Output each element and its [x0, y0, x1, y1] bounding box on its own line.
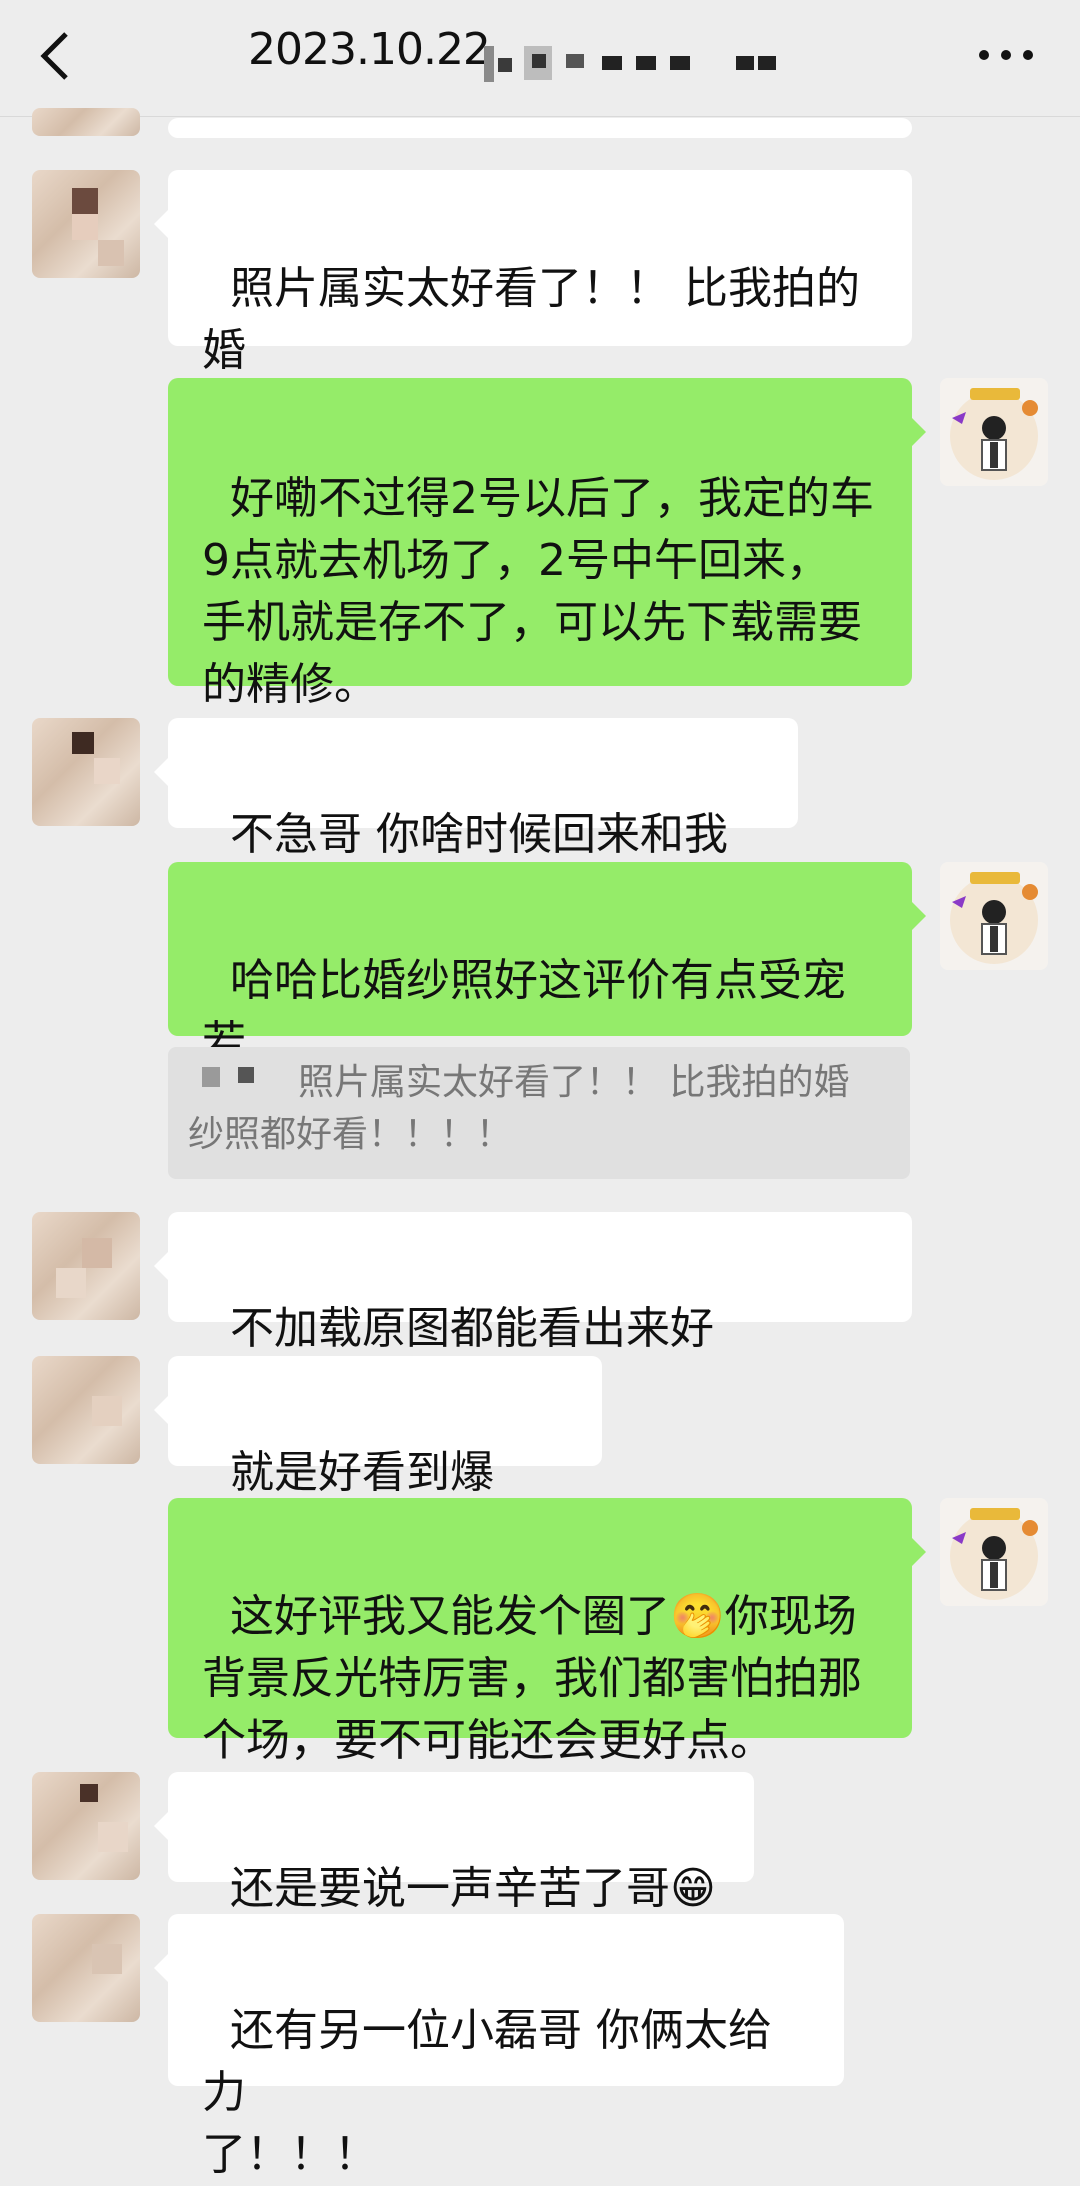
- chat-header: 2023.10.22: [0, 0, 1080, 117]
- message-bubble-self[interactable]: 哈哈比婚纱照好这评价有点受宠若 惊了: [168, 862, 912, 1130]
- avatar[interactable]: [32, 1772, 140, 1880]
- avatar-self[interactable]: [940, 378, 1048, 486]
- message-text: 还是要说一声辛苦了哥😁: [229, 1863, 716, 1914]
- message-text: 好嘞不过得2号以后了，我定的车 9点就去机场了，2号中午回来， 手机就是存不了，…: [202, 473, 874, 710]
- avatar[interactable]: [32, 1914, 140, 2022]
- message-bubble-partial[interactable]: [168, 118, 912, 138]
- message-bubble[interactable]: 就是好看到爆了！: [168, 1356, 602, 1560]
- message-bubble-self[interactable]: 这好评我又能发个圈了🤭你现场 背景反光特厉害，我们都害怕拍那 个场，要不可能还会…: [168, 1498, 912, 1766]
- avatar[interactable]: [32, 108, 140, 136]
- quoted-text: 照片属实太好看了！！ 比我拍的婚 纱照都好看！！！！: [188, 1062, 850, 1155]
- avatar[interactable]: [32, 1356, 140, 1464]
- message-text: 这好评我又能发个圈了🤭你现场 背景反光特厉害，我们都害怕拍那 个场，要不可能还会…: [202, 1591, 862, 1766]
- avatar-self[interactable]: [940, 862, 1048, 970]
- message-bubble[interactable]: 不加载原图都能看出来好看！！！: [168, 1212, 912, 1416]
- avatar[interactable]: [32, 718, 140, 826]
- message-bubble[interactable]: 不急哥 你啥时候回来和我说: [168, 718, 798, 922]
- chevron-left-icon[interactable]: [36, 28, 76, 84]
- more-horizontal-icon[interactable]: [976, 40, 1036, 70]
- message-bubble[interactable]: 照片属实太好看了！！ 比我拍的婚 纱照都好看！！！！: [168, 170, 912, 438]
- message-bubble[interactable]: 还有另一位小磊哥 你俩太给力 了！！！: [168, 1914, 844, 2180]
- message-bubble-self[interactable]: 好嘞不过得2号以后了，我定的车 9点就去机场了，2号中午回来， 手机就是存不了，…: [168, 378, 912, 710]
- avatar-self[interactable]: [940, 1498, 1048, 1606]
- avatar[interactable]: [32, 170, 140, 278]
- message-bubble[interactable]: 还是要说一声辛苦了哥😁: [168, 1772, 754, 1914]
- avatar[interactable]: [32, 1212, 140, 1320]
- chat-title: 2023.10.22: [248, 24, 491, 75]
- redacted-name: [484, 46, 776, 82]
- quoted-message[interactable]: 照片属实太好看了！！ 比我拍的婚 纱照都好看！！！！: [168, 1047, 910, 1179]
